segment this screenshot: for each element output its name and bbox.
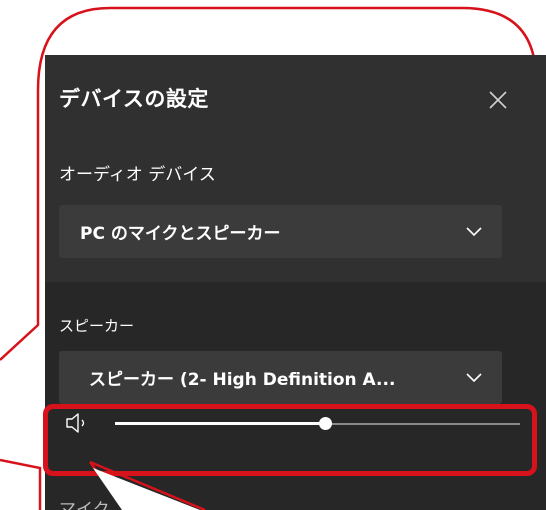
- screenshot-stage: デバイスの設定 オーディオ デバイス PC のマイクとスピーカー スピーカー ス…: [0, 0, 546, 510]
- callout-pointer: [88, 460, 206, 510]
